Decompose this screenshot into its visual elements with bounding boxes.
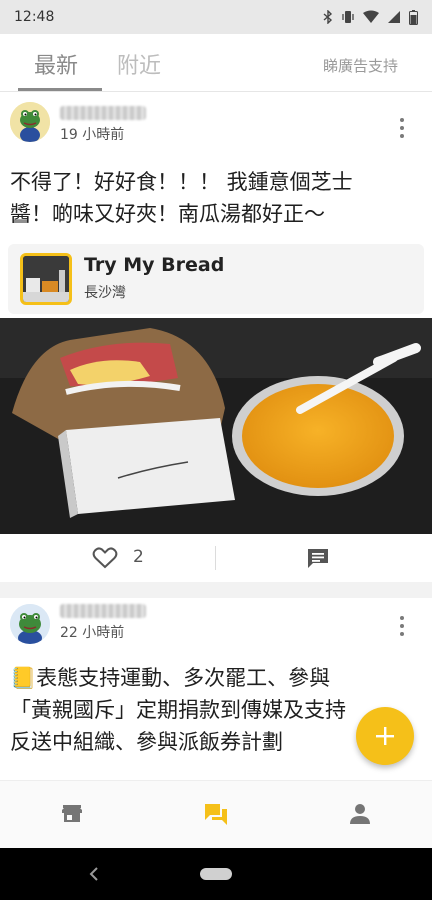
shop-name: Try My Bread bbox=[84, 254, 225, 276]
back-icon[interactable] bbox=[86, 865, 102, 883]
support-ads-link[interactable]: 睇廣告支持 bbox=[323, 55, 398, 76]
username-blurred[interactable] bbox=[60, 604, 146, 618]
wifi-icon bbox=[363, 10, 379, 23]
post-time: 22 小時前 bbox=[60, 625, 125, 641]
post-card: 19 小時前 不得了！好好食！！！ 我鍾意個芝士 醬！啲味又好夾！南瓜湯都好正～ bbox=[0, 92, 432, 582]
app-screen: 12:48 最新 附近 睇廣告支持 19 小時前 不得了！好好食！！！ 我鍾意個… bbox=[0, 0, 432, 900]
comment-icon[interactable] bbox=[306, 546, 330, 570]
post-text-line: 📒表態支持運動、多次罷工、參與 bbox=[10, 666, 331, 690]
heart-outline-icon[interactable] bbox=[92, 546, 118, 570]
top-tab-bar: 最新 附近 睇廣告支持 bbox=[0, 34, 432, 92]
active-tab-indicator bbox=[18, 88, 102, 91]
tab-nearby[interactable]: 附近 bbox=[117, 48, 161, 80]
more-options-icon[interactable] bbox=[398, 118, 406, 138]
battery-icon bbox=[409, 9, 418, 25]
post-actions: 2 bbox=[0, 534, 432, 582]
forum-icon[interactable] bbox=[203, 801, 229, 827]
status-bar: 12:48 bbox=[0, 0, 432, 34]
more-options-icon[interactable] bbox=[398, 616, 406, 636]
signal-icon bbox=[388, 11, 400, 23]
post-text: 不得了！好好食！！！ 我鍾意個芝士 醬！啲味又好夾！南瓜湯都好正～ bbox=[10, 166, 422, 230]
post-text-line: 不得了！好好食！！！ 我鍾意個芝士 bbox=[10, 170, 353, 194]
avatar[interactable] bbox=[10, 102, 50, 142]
post-feed[interactable]: 19 小時前 不得了！好好食！！！ 我鍾意個芝士 醬！啲味又好夾！南瓜湯都好正～ bbox=[0, 92, 432, 780]
person-icon[interactable] bbox=[347, 801, 373, 827]
shop-card[interactable]: Try My Bread 長沙灣 bbox=[8, 244, 424, 314]
vibrate-icon bbox=[342, 11, 354, 23]
home-icon[interactable] bbox=[200, 868, 232, 880]
store-icon[interactable] bbox=[59, 801, 85, 827]
divider bbox=[215, 546, 216, 570]
shop-thumbnail bbox=[20, 253, 72, 305]
shop-area: 長沙灣 bbox=[84, 285, 126, 301]
username-blurred[interactable] bbox=[60, 106, 146, 120]
avatar-frog-icon bbox=[10, 102, 50, 142]
bluetooth-icon bbox=[323, 10, 333, 24]
system-navigation-bar bbox=[0, 848, 432, 900]
avatar[interactable] bbox=[10, 604, 50, 644]
post-time: 19 小時前 bbox=[60, 127, 125, 143]
avatar-frog-icon bbox=[10, 604, 50, 644]
status-time: 12:48 bbox=[14, 9, 55, 25]
like-count: 2 bbox=[133, 547, 144, 567]
status-icons bbox=[323, 9, 418, 25]
post-photo[interactable] bbox=[0, 318, 432, 534]
bottom-navigation bbox=[0, 780, 432, 848]
post-text-line: 醬！啲味又好夾！南瓜湯都好正～ bbox=[10, 202, 325, 226]
plus-icon bbox=[376, 727, 394, 745]
tab-latest[interactable]: 最新 bbox=[34, 48, 78, 80]
add-post-button[interactable] bbox=[356, 707, 414, 765]
